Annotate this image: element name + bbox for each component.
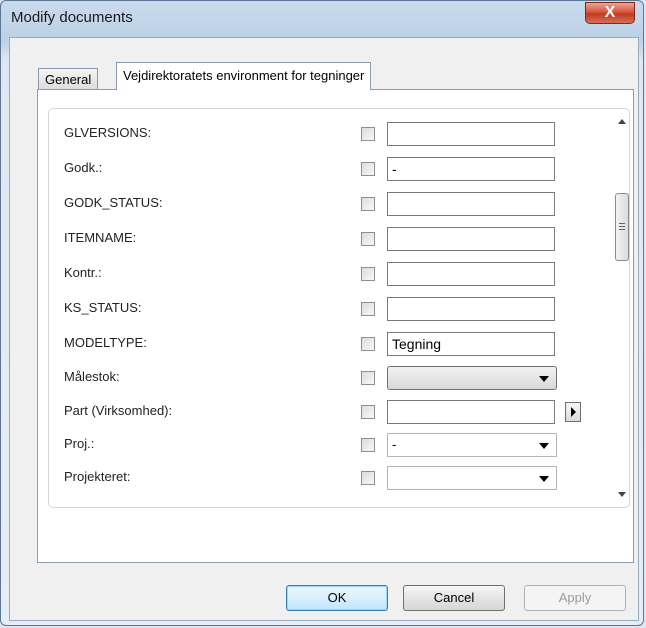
kontr-input[interactable] xyxy=(387,262,555,286)
itemname-input[interactable] xyxy=(387,227,555,251)
malestok-select[interactable] xyxy=(387,366,557,390)
field-row-part: Part (Virksomhed): xyxy=(49,398,609,426)
modify-documents-dialog: Modify documents X General Vejdirektorat… xyxy=(0,0,644,626)
close-button[interactable]: X xyxy=(585,2,635,24)
field-label: ITEMNAME: xyxy=(64,230,137,245)
field-label: MODELTYPE: xyxy=(64,335,147,350)
field-checkbox[interactable] xyxy=(361,405,375,419)
modeltype-input[interactable]: Tegning xyxy=(387,332,555,356)
ok-button[interactable]: OK xyxy=(286,585,388,611)
scroll-up-icon[interactable] xyxy=(618,119,626,124)
field-checkbox[interactable] xyxy=(361,337,375,351)
field-row-glversions: GLVERSIONS: xyxy=(49,120,609,148)
field-label: Godk.: xyxy=(64,160,103,175)
field-row-kontr: Kontr.: xyxy=(49,260,609,288)
field-row-projekteret: Projekteret: xyxy=(49,464,609,492)
field-checkbox[interactable] xyxy=(361,471,375,485)
field-checkbox[interactable] xyxy=(361,302,375,316)
field-row-ks-status: KS_STATUS: xyxy=(49,295,609,323)
scroll-down-icon[interactable] xyxy=(618,492,626,497)
field-row-itemname: ITEMNAME: xyxy=(49,225,609,253)
grip-icon xyxy=(619,223,625,230)
tab-vejdirektoratets-environment[interactable]: Vejdirektoratets environment for tegning… xyxy=(116,62,372,90)
field-row-malestok: Målestok: xyxy=(49,364,609,392)
field-label: GODK_STATUS: xyxy=(64,195,163,210)
title-bar[interactable]: Modify documents X xyxy=(1,1,643,37)
field-label: Part (Virksomhed): xyxy=(64,403,173,418)
tab-general[interactable]: General xyxy=(38,68,99,90)
chevron-down-icon xyxy=(539,376,549,382)
chevron-down-icon xyxy=(539,443,549,449)
proj-select[interactable]: - xyxy=(387,433,557,457)
window-title: Modify documents xyxy=(11,9,133,26)
cancel-button[interactable]: Cancel xyxy=(403,585,505,611)
vertical-scrollbar[interactable] xyxy=(615,111,629,505)
glversions-input[interactable] xyxy=(387,122,555,146)
field-row-proj: Proj.: - xyxy=(49,431,609,459)
field-checkbox[interactable] xyxy=(361,162,375,176)
field-checkbox[interactable] xyxy=(361,197,375,211)
field-row-godk-status: GODK_STATUS: xyxy=(49,190,609,218)
field-label: GLVERSIONS: xyxy=(64,125,152,140)
scrollbar-thumb[interactable] xyxy=(615,193,629,261)
field-row-godk: Godk.: - xyxy=(49,155,609,183)
field-label: KS_STATUS: xyxy=(64,300,142,315)
field-checkbox[interactable] xyxy=(361,267,375,281)
chevron-right-icon xyxy=(571,407,576,417)
attributes-panel: GLVERSIONS: Godk.: - GODK_STATUS: ITEMNA… xyxy=(48,108,630,508)
field-checkbox[interactable] xyxy=(361,438,375,452)
field-label: Projekteret: xyxy=(64,469,131,484)
field-label: Kontr.: xyxy=(64,265,102,280)
part-input[interactable] xyxy=(387,400,555,424)
field-row-modeltype: MODELTYPE: Tegning xyxy=(49,330,609,358)
field-checkbox[interactable] xyxy=(361,127,375,141)
expand-button[interactable] xyxy=(565,402,581,422)
tab-panel: GLVERSIONS: Godk.: - GODK_STATUS: ITEMNA… xyxy=(37,89,634,563)
close-icon: X xyxy=(604,4,616,21)
ks-status-input[interactable] xyxy=(387,297,555,321)
chevron-down-icon xyxy=(539,476,549,482)
field-checkbox[interactable] xyxy=(361,371,375,385)
apply-button[interactable]: Apply xyxy=(524,585,626,611)
godk-status-input[interactable] xyxy=(387,192,555,216)
field-checkbox[interactable] xyxy=(361,232,375,246)
godk-input[interactable]: - xyxy=(387,157,555,181)
field-label: Proj.: xyxy=(64,436,95,451)
projekteret-select[interactable] xyxy=(387,466,557,490)
field-label: Målestok: xyxy=(64,369,120,384)
dialog-client-area: General Vejdirektoratets environment for… xyxy=(9,37,639,621)
select-value: - xyxy=(392,437,397,452)
